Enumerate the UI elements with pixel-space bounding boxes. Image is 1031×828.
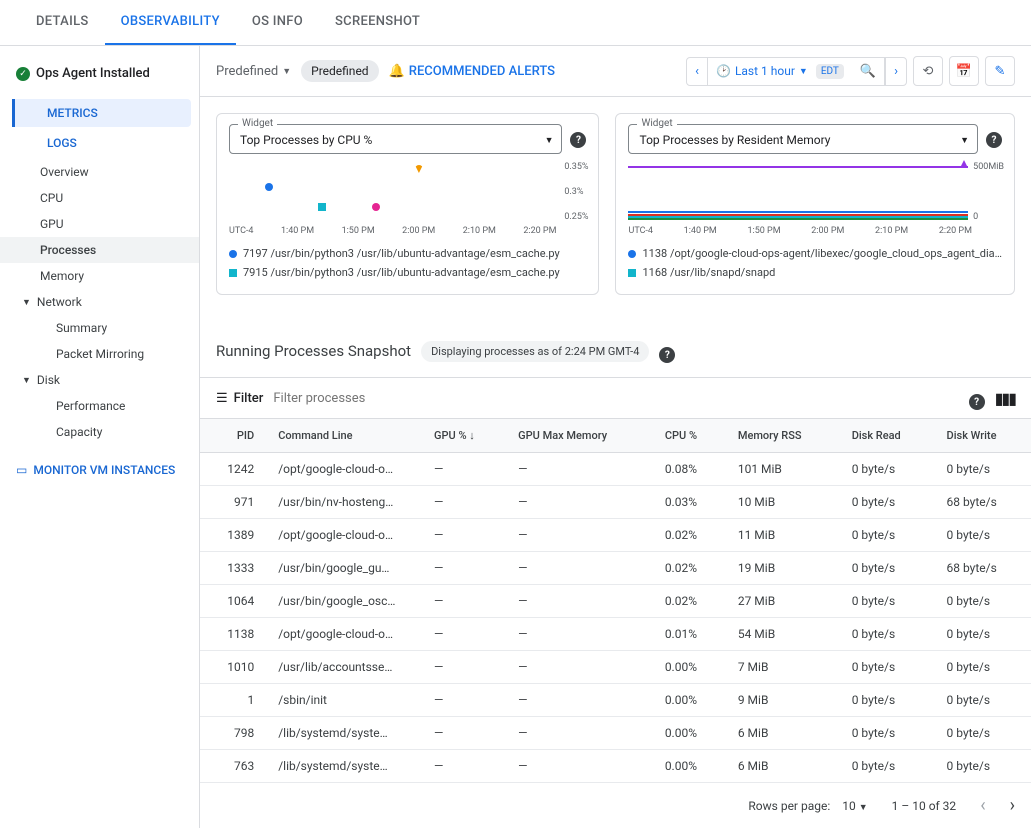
- sidebar-gpu[interactable]: GPU: [0, 211, 199, 237]
- help-icon[interactable]: ?: [570, 132, 586, 148]
- toolbar: Predefined ▼ Predefined 🔔 RECOMMENDED AL…: [200, 46, 1031, 97]
- rows-per-page-label: Rows per page:: [748, 799, 830, 813]
- tab-details[interactable]: DETAILS: [20, 0, 105, 45]
- sidebar-processes[interactable]: Processes: [0, 237, 199, 263]
- sidebar-summary[interactable]: Summary: [0, 315, 199, 341]
- col-gpu[interactable]: GPU % ↓: [422, 419, 506, 453]
- table-row[interactable]: 1/sbin/init——0.00%9 MiB0 byte/s0 byte/s: [200, 684, 1031, 717]
- check-icon: ✓: [16, 67, 30, 81]
- sidebar-cpu[interactable]: CPU: [0, 185, 199, 211]
- process-table: PID Command Line GPU % ↓ GPU Max Memory …: [200, 419, 1031, 783]
- sidebar-memory[interactable]: Memory: [0, 263, 199, 289]
- legend-item[interactable]: 1168 /usr/lib/snapd/snapd: [628, 263, 1002, 282]
- recommended-alerts-button[interactable]: 🔔 RECOMMENDED ALERTS: [389, 64, 555, 79]
- snapshot-title: Running Processes Snapshot Displaying pr…: [200, 311, 1031, 377]
- col-pid[interactable]: PID: [200, 419, 266, 453]
- filter-bar: ☰ Filter ? ▮▮▮: [200, 377, 1031, 419]
- widget-cpu-select[interactable]: Widget Top Processes by CPU % ▼: [229, 124, 562, 154]
- rows-per-page-select[interactable]: 10 ▼: [842, 799, 867, 813]
- col-cmd[interactable]: Command Line: [266, 419, 422, 453]
- sort-down-icon: ↓: [469, 429, 475, 442]
- timezone-chip: EDT: [816, 64, 844, 79]
- widget-cpu: Widget Top Processes by CPU % ▼ ? 0.35% …: [216, 113, 599, 295]
- table-header-row: PID Command Line GPU % ↓ GPU Max Memory …: [200, 419, 1031, 453]
- chevron-down-icon: ▼: [859, 803, 868, 813]
- chevron-down-icon: ▼: [799, 66, 808, 77]
- chevron-down-icon: ▼: [960, 135, 969, 146]
- monitor-vm-instances-link[interactable]: ▭ MONITOR VM INSTANCES: [0, 445, 199, 495]
- chevron-down-icon: ▼: [545, 135, 554, 146]
- sidebar-disk[interactable]: ▼ Disk: [0, 367, 199, 393]
- sidebar-overview[interactable]: Overview: [0, 159, 199, 185]
- edit-icon[interactable]: ✎: [985, 56, 1015, 86]
- snapshot-time-chip: Displaying processes as of 2:24 PM GMT-4: [421, 341, 649, 362]
- col-cpu[interactable]: CPU %: [653, 419, 726, 453]
- col-read[interactable]: Disk Read: [840, 419, 935, 453]
- table-row[interactable]: 1010/usr/lib/accountsse…——0.00%7 MiB0 by…: [200, 651, 1031, 684]
- table-row[interactable]: 971/usr/bin/nv-hosteng…——0.03%10 MiB0 by…: [200, 486, 1031, 519]
- predefined-chip[interactable]: Predefined: [301, 60, 378, 82]
- tab-os-info[interactable]: OS INFO: [236, 0, 319, 45]
- widget-memory: Widget Top Processes by Resident Memory …: [615, 113, 1015, 295]
- widget-memory-select[interactable]: Widget Top Processes by Resident Memory …: [628, 124, 978, 154]
- cpu-x-axis: UTC-41:40 PM1:50 PM2:00 PM2:10 PM2:20 PM: [229, 226, 586, 236]
- tab-observability[interactable]: OBSERVABILITY: [105, 0, 236, 45]
- time-next-button[interactable]: ›: [885, 58, 906, 85]
- sidebar-metrics[interactable]: METRICS: [12, 99, 191, 127]
- table-row[interactable]: 763/lib/systemd/syste…——0.00%6 MiB0 byte…: [200, 750, 1031, 783]
- columns-icon[interactable]: ▮▮▮: [995, 389, 1015, 408]
- tab-screenshot[interactable]: SCREENSHOT: [319, 0, 436, 45]
- time-range-button[interactable]: 🕑 Last 1 hour ▼ EDT: [708, 58, 852, 85]
- filter-icon: ☰: [216, 391, 228, 406]
- legend-item[interactable]: 7197 /usr/bin/python3 /usr/lib/ubuntu-ad…: [229, 244, 586, 263]
- pager-range: 1 – 10 of 32: [892, 799, 957, 813]
- help-icon[interactable]: ?: [659, 347, 675, 363]
- table-row[interactable]: 1138/opt/google-cloud-o…——0.01%54 MiB0 b…: [200, 618, 1031, 651]
- pager-next[interactable]: ›: [1010, 795, 1015, 816]
- memory-chart[interactable]: 500MiB 0: [628, 162, 1002, 222]
- tab-bar: DETAILS OBSERVABILITY OS INFO SCREENSHOT: [0, 0, 1031, 46]
- chevron-down-icon: ▼: [282, 66, 291, 77]
- bell-icon: 🔔: [389, 64, 405, 79]
- sidebar-logs[interactable]: LOGS: [12, 129, 191, 157]
- table-row[interactable]: 1064/usr/bin/google_osc…——0.02%27 MiB0 b…: [200, 585, 1031, 618]
- time-range-picker: ‹ 🕑 Last 1 hour ▼ EDT 🔍 ›: [686, 57, 907, 86]
- pager-prev[interactable]: ‹: [980, 795, 985, 816]
- time-prev-button[interactable]: ‹: [687, 58, 708, 85]
- sidebar-network[interactable]: ▼ Network: [0, 289, 199, 315]
- chevron-down-icon: ▼: [22, 375, 31, 386]
- sidebar-capacity[interactable]: Capacity: [0, 419, 199, 445]
- help-icon[interactable]: ?: [969, 394, 985, 410]
- table-row[interactable]: 1242/opt/google-cloud-o…——0.08%101 MiB0 …: [200, 453, 1031, 486]
- reset-icon[interactable]: ⟲: [913, 56, 943, 86]
- table-row[interactable]: 798/lib/systemd/syste…——0.00%6 MiB0 byte…: [200, 717, 1031, 750]
- monitor-icon: ▭: [16, 463, 27, 477]
- chevron-down-icon: ▼: [22, 297, 31, 308]
- predefined-dropdown[interactable]: Predefined ▼: [216, 64, 291, 79]
- table-row[interactable]: 1389/opt/google-cloud-o…——0.02%11 MiB0 b…: [200, 519, 1031, 552]
- mem-x-axis: UTC-41:40 PM1:50 PM2:00 PM2:10 PM2:20 PM: [628, 226, 1002, 236]
- col-rss[interactable]: Memory RSS: [726, 419, 840, 453]
- time-zoom-button[interactable]: 🔍: [852, 58, 885, 85]
- clock-icon: 🕑: [716, 64, 731, 78]
- legend-item[interactable]: 1138 /opt/google-cloud-ops-agent/libexec…: [628, 244, 1002, 263]
- filter-label: ☰ Filter: [216, 391, 263, 406]
- sidebar-packet-mirroring[interactable]: Packet Mirroring: [0, 341, 199, 367]
- calendar-icon[interactable]: 📅: [949, 56, 979, 86]
- filter-input[interactable]: [273, 391, 958, 406]
- legend-item[interactable]: 7915 /usr/bin/python3 /usr/lib/ubuntu-ad…: [229, 263, 586, 282]
- cpu-chart[interactable]: 0.35% 0.3% 0.25%: [229, 162, 586, 222]
- help-icon[interactable]: ?: [986, 132, 1002, 148]
- agent-status-label: Ops Agent Installed: [36, 66, 150, 81]
- col-write[interactable]: Disk Write: [935, 419, 1031, 453]
- pager: Rows per page: 10 ▼ 1 – 10 of 32 ‹ ›: [200, 783, 1031, 828]
- sidebar-performance[interactable]: Performance: [0, 393, 199, 419]
- sidebar: ✓ Ops Agent Installed METRICS LOGS Overv…: [0, 46, 200, 828]
- col-gpumax[interactable]: GPU Max Memory: [506, 419, 653, 453]
- agent-status: ✓ Ops Agent Installed: [0, 58, 199, 97]
- table-row[interactable]: 1333/usr/bin/google_gu…——0.02%19 MiB0 by…: [200, 552, 1031, 585]
